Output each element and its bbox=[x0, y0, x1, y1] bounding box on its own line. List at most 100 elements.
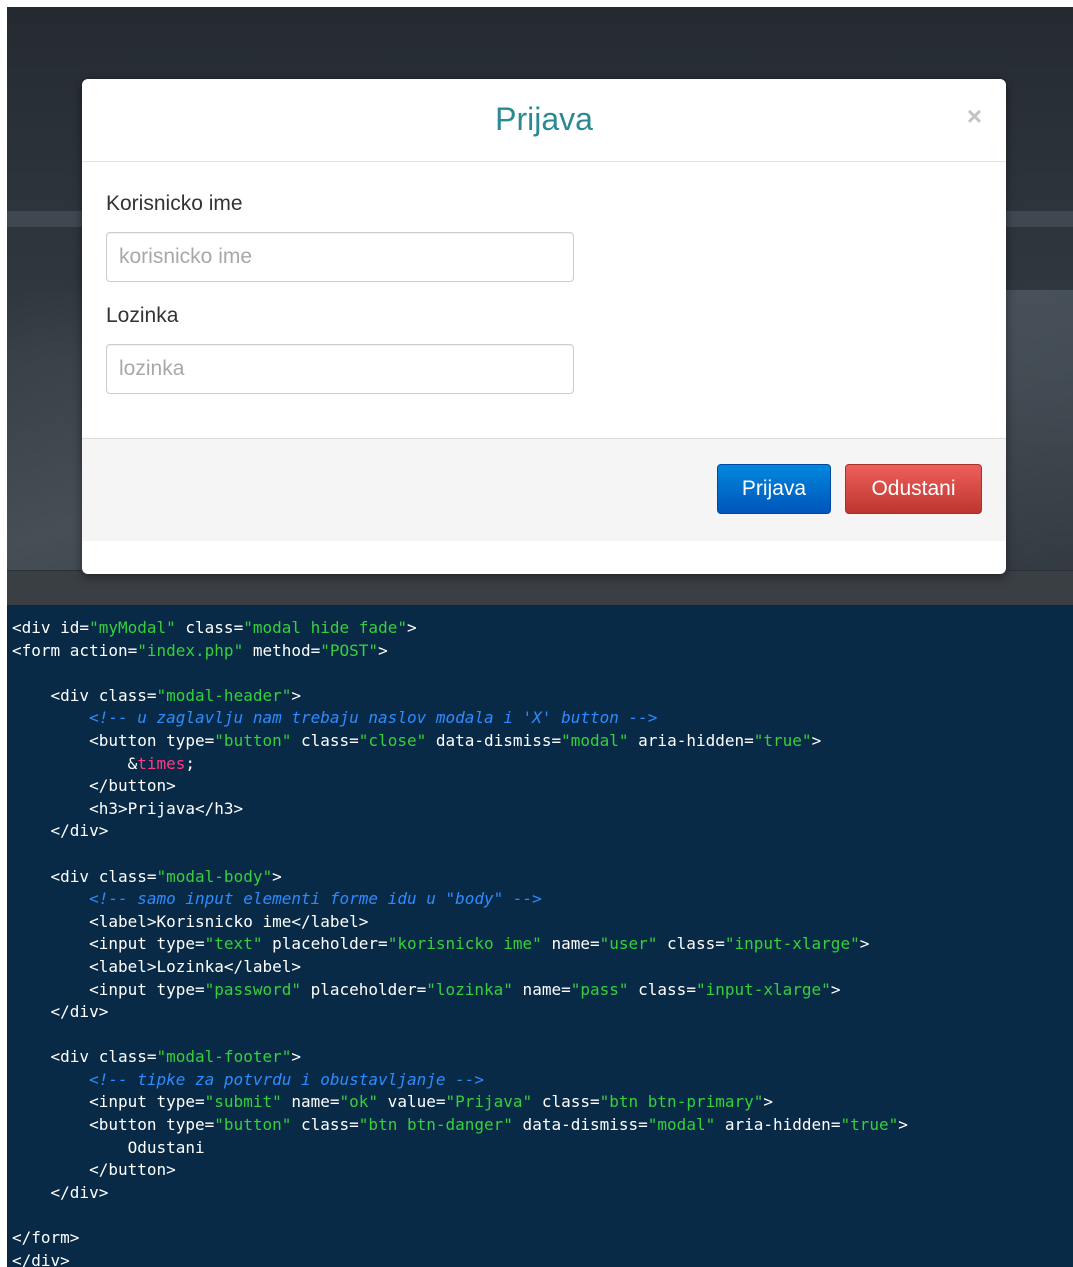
submit-button[interactable]: Prijava bbox=[717, 464, 831, 514]
code-token: "modal" bbox=[647, 1115, 716, 1135]
code-token: name= bbox=[512, 979, 571, 999]
code-token: times bbox=[137, 753, 186, 773]
code-token: "btn btn-primary" bbox=[599, 1092, 764, 1112]
code-line: <label>Korisnicko ime</label> bbox=[12, 911, 1073, 934]
code-token: "close" bbox=[358, 730, 427, 750]
code-token: <div id= bbox=[12, 618, 90, 637]
code-line: <button type="button" class="btn btn-dan… bbox=[12, 1114, 1073, 1137]
code-token: name= bbox=[281, 1092, 340, 1112]
code-line: <form action="index.php" method="POST"> bbox=[12, 640, 1073, 663]
password-input[interactable] bbox=[106, 344, 574, 394]
code-token: "password" bbox=[204, 979, 301, 999]
code-token: class= bbox=[628, 979, 696, 999]
code-token: <button type= bbox=[12, 1115, 215, 1135]
code-token: "input-xlarge" bbox=[724, 934, 860, 954]
code-line: <!-- tipke za potvrdu i obustavljanje --… bbox=[12, 1069, 1073, 1092]
password-label: Lozinka bbox=[106, 304, 179, 327]
modal-footer: Prijava Odustani bbox=[82, 438, 1006, 541]
code-token: aria-hidden= bbox=[628, 730, 754, 750]
code-token: <div class= bbox=[12, 685, 157, 705]
code-line: Odustani bbox=[12, 1137, 1073, 1160]
modal-screenshot: Prijava × Korisnicko ime Lozinka Prijava… bbox=[7, 7, 1073, 605]
code-token: </div> bbox=[12, 1250, 70, 1267]
code-token: <input type= bbox=[12, 934, 205, 954]
code-token: > bbox=[406, 618, 417, 637]
code-token: "modal hide fade" bbox=[243, 618, 407, 637]
modal-body: Korisnicko ime Lozinka bbox=[82, 162, 1006, 438]
code-line: </div> bbox=[12, 1250, 1073, 1267]
code-token: class= bbox=[657, 934, 725, 954]
code-line: </form> bbox=[12, 1227, 1073, 1250]
code-line: <div class="modal-header"> bbox=[12, 685, 1073, 708]
code-token: ; bbox=[185, 753, 196, 773]
code-block: <div id="myModal" class="modal hide fade… bbox=[7, 605, 1073, 1267]
code-token: > bbox=[378, 640, 388, 660]
code-token: > bbox=[291, 1047, 301, 1067]
code-token: placeholder= bbox=[300, 979, 427, 999]
code-token: <!-- tipke za potvrdu i obustavljanje --… bbox=[12, 1069, 485, 1089]
code-token: "modal" bbox=[561, 730, 629, 750]
code-token: <form action= bbox=[12, 640, 138, 660]
code-token: </button> bbox=[12, 776, 176, 796]
code-line: </button> bbox=[12, 1159, 1073, 1182]
code-token: "ok" bbox=[339, 1092, 379, 1112]
code-token: > bbox=[859, 934, 870, 954]
code-line: <div class="modal-footer"> bbox=[12, 1046, 1073, 1069]
code-token: <!-- u zaglavlju nam trebaju naslov moda… bbox=[12, 708, 658, 728]
code-token: name= bbox=[541, 934, 600, 954]
code-line: </div> bbox=[12, 820, 1073, 843]
code-token: "user" bbox=[599, 934, 658, 954]
code-token: "pass" bbox=[570, 979, 629, 999]
code-token: "modal-body" bbox=[156, 866, 273, 886]
code-token: > bbox=[830, 979, 841, 999]
code-token: Odustani bbox=[12, 1137, 205, 1157]
code-token: "korisnicko ime" bbox=[387, 934, 542, 954]
code-line: </div> bbox=[12, 1182, 1073, 1205]
code-token: "myModal" bbox=[89, 618, 176, 637]
username-input[interactable] bbox=[106, 232, 574, 282]
code-token: </div> bbox=[12, 1002, 109, 1022]
code-token: "POST" bbox=[320, 640, 379, 660]
code-token: > bbox=[272, 866, 282, 886]
cancel-button[interactable]: Odustani bbox=[845, 464, 982, 514]
code-token: > bbox=[811, 730, 822, 750]
code-line: <div id="myModal" class="modal hide fade… bbox=[12, 617, 1073, 640]
code-token: <button type= bbox=[12, 730, 215, 750]
code-token: </div> bbox=[12, 1182, 109, 1202]
modal-header: Prijava × bbox=[82, 79, 1006, 162]
code-token: aria-hidden= bbox=[715, 1115, 841, 1135]
login-modal: Prijava × Korisnicko ime Lozinka Prijava… bbox=[82, 79, 1006, 574]
code-token: "true" bbox=[753, 730, 812, 750]
code-token: > bbox=[763, 1092, 774, 1112]
code-token: "lozinka" bbox=[426, 979, 513, 999]
code-token: class= bbox=[175, 618, 244, 637]
code-line: <div class="modal-body"> bbox=[12, 866, 1073, 889]
code-token: data-dismiss= bbox=[512, 1115, 648, 1135]
code-line: &times; bbox=[12, 753, 1073, 776]
code-token: "input-xlarge" bbox=[695, 979, 831, 999]
code-token: data-dismiss= bbox=[426, 730, 562, 750]
username-label: Korisnicko ime bbox=[106, 192, 243, 215]
code-token: <input type= bbox=[12, 979, 205, 999]
code-token: "button" bbox=[214, 1115, 292, 1135]
code-token: <div class= bbox=[12, 866, 157, 886]
code-line: <input type="submit" name="ok" value="Pr… bbox=[12, 1091, 1073, 1114]
code-token: "modal-header" bbox=[156, 685, 292, 705]
code-line: <!-- u zaglavlju nam trebaju naslov moda… bbox=[12, 707, 1073, 730]
code-token: "Prijava" bbox=[445, 1092, 533, 1112]
background-strip bbox=[7, 571, 1073, 605]
code-token: class= bbox=[291, 730, 359, 750]
code-line: <input type="password" placeholder="lozi… bbox=[12, 979, 1073, 1002]
code-token: method= bbox=[243, 640, 321, 660]
code-token: </form> bbox=[12, 1228, 80, 1248]
code-token: <input type= bbox=[12, 1092, 205, 1112]
code-line: </div> bbox=[12, 1001, 1073, 1024]
close-icon[interactable]: × bbox=[967, 101, 982, 132]
code-token: "button" bbox=[214, 730, 292, 750]
code-line: <!-- samo input elementi forme idu u "bo… bbox=[12, 888, 1073, 911]
code-token: <h3>Prijava</h3> bbox=[12, 798, 244, 818]
